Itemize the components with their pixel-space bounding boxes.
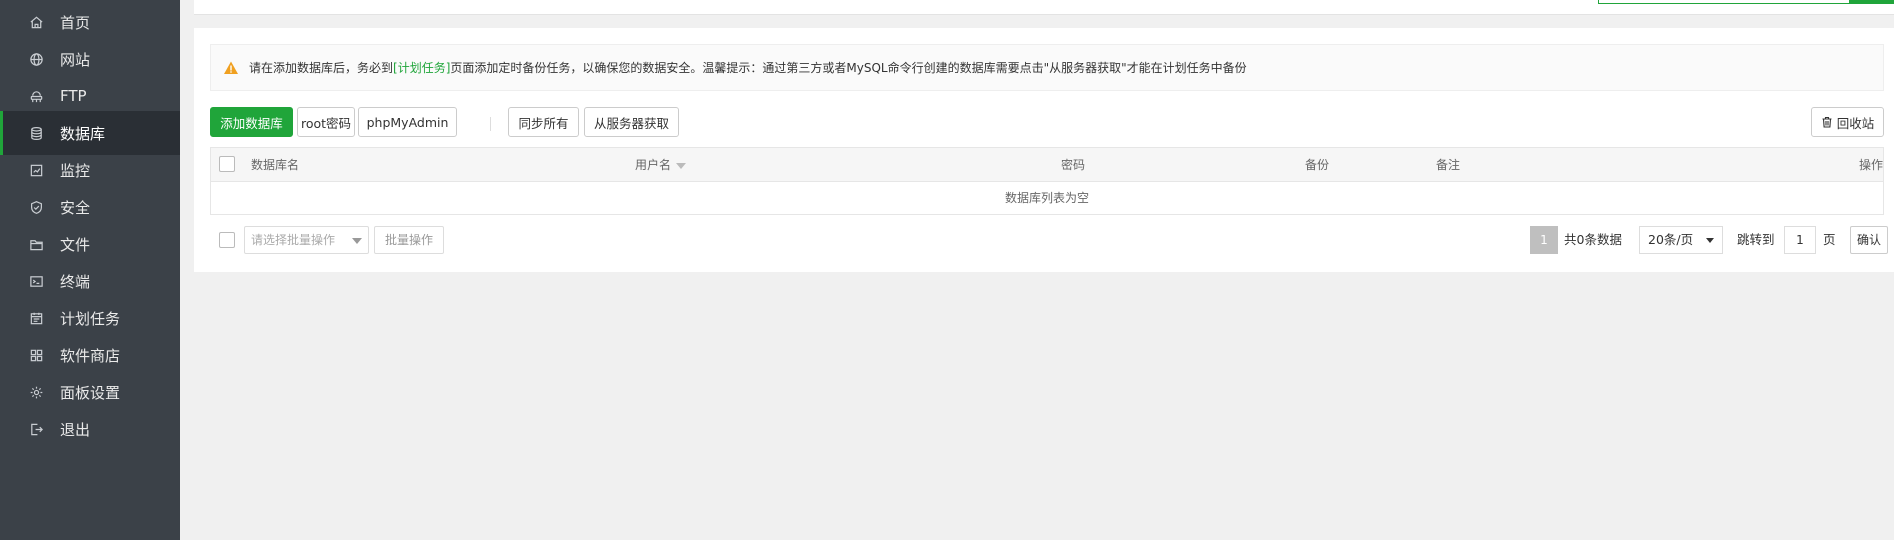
empty-message: 数据库列表为空: [1004, 191, 1089, 205]
select-all-checkbox[interactable]: [219, 156, 235, 172]
table-header: 数据库名 用户名 密码 备份 备注 操作: [211, 148, 1883, 182]
sidebar: 首页 网站 FTP 数据库 监控 安全 文件 终端 计划任务 软件商店 面板设置…: [0, 0, 180, 540]
cron-task-link[interactable]: [计划任务]: [393, 59, 450, 76]
shield-icon: [26, 197, 46, 217]
sidebar-item-label: 数据库: [60, 124, 106, 143]
current-page[interactable]: 1: [1530, 226, 1558, 254]
database-icon: [26, 123, 46, 143]
sidebar-item-label: 面板设置: [60, 383, 121, 402]
calendar-icon: [26, 308, 46, 328]
column-username-label: 用户名: [635, 158, 672, 172]
database-table: 数据库名 用户名 密码 备份 备注 操作 数据库列表为空: [210, 147, 1884, 215]
alert-text-suffix: 页面添加定时备份任务，以确保您的数据安全。温馨提示：通过第三方或者MySQL命令…: [450, 61, 1247, 75]
column-db-name: 数据库名: [251, 158, 300, 172]
root-password-button[interactable]: root密码: [297, 107, 355, 137]
terminal-icon: [26, 271, 46, 291]
logout-icon: [26, 419, 46, 439]
database-panel: 请在添加数据库后，务必到 [计划任务] 页面添加定时备份任务，以确保您的数据安全。温…: [194, 28, 1894, 272]
sidebar-item-label: 网站: [60, 50, 91, 69]
warning-icon: [224, 61, 238, 74]
chevron-down-icon: [352, 238, 362, 244]
sidebar-item-label: 退出: [60, 420, 91, 439]
sync-all-button[interactable]: 同步所有: [508, 107, 579, 137]
folder-icon: [26, 234, 46, 254]
column-actions: 操作: [1859, 158, 1884, 172]
alert-text-prefix: 请在添加数据库后，务必到: [249, 61, 394, 75]
total-count: 共0条数据: [1564, 232, 1622, 247]
column-remark: 备注: [1436, 158, 1461, 172]
sidebar-item-logout[interactable]: 退出: [0, 407, 180, 451]
page-unit-label: 页: [1823, 232, 1836, 247]
toolbar-divider: [490, 117, 491, 131]
sidebar-item-label: 监控: [60, 161, 91, 180]
sidebar-item-label: 文件: [60, 235, 91, 254]
confirm-jump-button[interactable]: 确认: [1850, 226, 1888, 254]
column-password: 密码: [1061, 158, 1086, 172]
footer-select-all-checkbox[interactable]: [219, 232, 235, 248]
sidebar-item-label: 终端: [60, 272, 91, 291]
recycle-bin-label: 回收站: [1836, 115, 1875, 131]
globe-icon: [26, 49, 46, 69]
sidebar-item-label: FTP: [60, 87, 87, 105]
monitor-icon: [26, 160, 46, 180]
column-username[interactable]: 用户名: [635, 148, 687, 182]
sidebar-item-label: 计划任务: [60, 309, 121, 328]
gear-icon: [26, 382, 46, 402]
batch-action-placeholder: 请选择批量操作: [251, 233, 336, 247]
search-button[interactable]: [1850, 0, 1894, 4]
search-input[interactable]: [1598, 0, 1850, 4]
sort-caret-icon: [676, 162, 687, 169]
apps-icon: [26, 345, 46, 365]
sidebar-item-label: 首页: [60, 13, 91, 32]
home-icon: [26, 12, 46, 32]
batch-action-button[interactable]: 批量操作: [374, 226, 444, 254]
dropdown-arrow-icon: [1706, 238, 1714, 243]
per-page-value: 20条/页: [1648, 232, 1694, 247]
sidebar-item-label: 安全: [60, 198, 91, 217]
recycle-bin-button[interactable]: 回收站: [1811, 107, 1884, 137]
column-backup: 备份: [1305, 158, 1330, 172]
backup-alert: 请在添加数据库后，务必到 [计划任务] 页面添加定时备份任务，以确保您的数据安全。温…: [210, 44, 1884, 91]
per-page-select[interactable]: 20条/页: [1639, 226, 1723, 254]
phpmyadmin-button[interactable]: phpMyAdmin: [358, 107, 457, 137]
batch-action-select[interactable]: 请选择批量操作: [244, 226, 369, 254]
ftp-icon: [26, 86, 46, 106]
sidebar-item-label: 软件商店: [60, 346, 121, 365]
fetch-from-server-button[interactable]: 从服务器获取: [584, 107, 679, 137]
add-database-button[interactable]: 添加数据库: [210, 107, 293, 137]
jump-page-input[interactable]: 1: [1784, 226, 1816, 254]
trash-icon: [1822, 116, 1832, 128]
jump-label: 跳转到: [1737, 232, 1775, 247]
